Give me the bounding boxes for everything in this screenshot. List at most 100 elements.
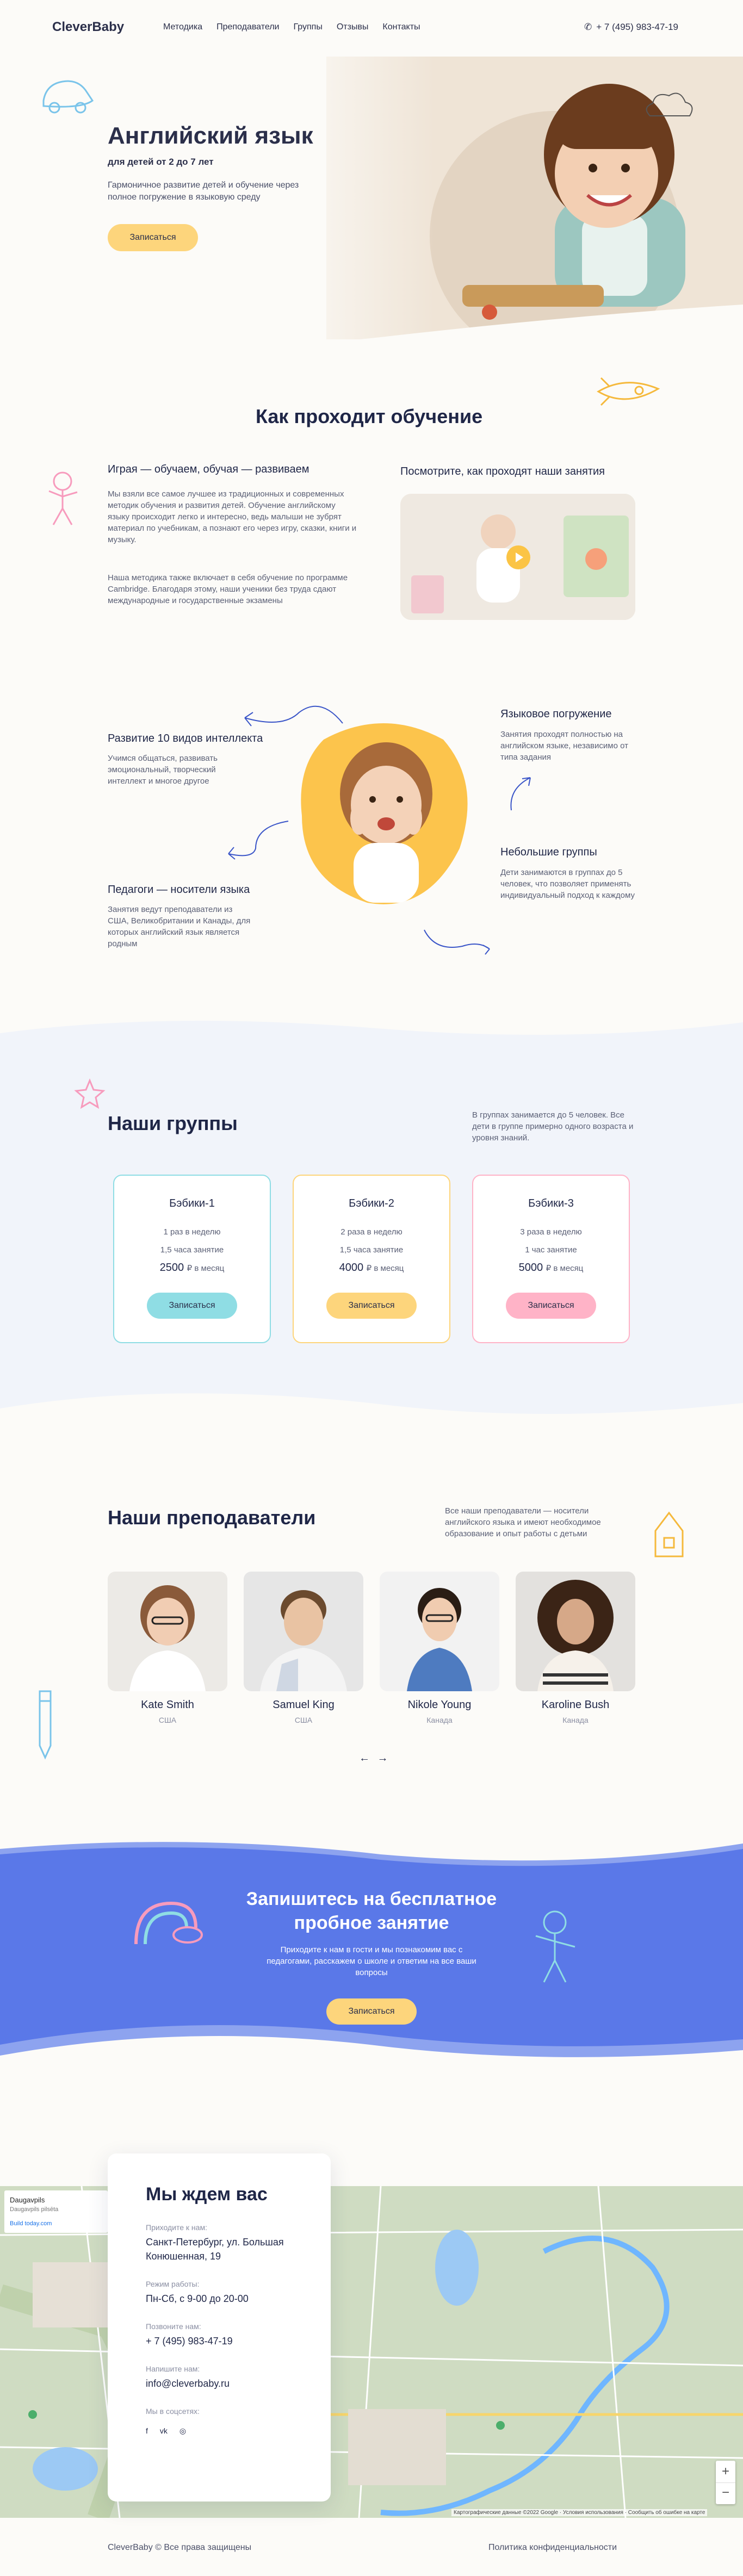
phone-icon: ✆ xyxy=(584,22,592,32)
map-place-name: Daugavpils xyxy=(10,2196,45,2204)
group-duration: 1 час занятие xyxy=(525,1245,577,1255)
group-price: 4000 ₽ в месяц xyxy=(294,1262,449,1274)
nav-item-groups[interactable]: Группы xyxy=(294,22,323,32)
phone-label: Позвоните нам: xyxy=(146,2322,201,2331)
contact-card: Мы ждем вас Приходите к нам: Санкт-Петер… xyxy=(108,2153,331,2501)
star-doodle-icon xyxy=(74,1078,106,1109)
group-name: Бэбики-1 xyxy=(169,1197,215,1209)
hours-label: Режим работы: xyxy=(146,2280,200,2288)
group-duration: 1,5 часа занятие xyxy=(339,1245,404,1255)
group-price-value: 4000 xyxy=(339,1262,364,1274)
group-frequency: 2 раза в неделю xyxy=(340,1227,403,1237)
nav-item-reviews[interactable]: Отзывы xyxy=(337,22,369,32)
main-nav: Методика Преподаватели Группы Отзывы Кон… xyxy=(163,22,420,32)
play-button-icon[interactable] xyxy=(506,545,530,569)
header-phone-number[interactable]: + 7 (495) 983-47-19 xyxy=(596,22,678,33)
map-link[interactable]: Build today.com xyxy=(10,2220,102,2227)
contacts-title: Мы ждем вас xyxy=(146,2184,268,2205)
groups-title: Наши группы xyxy=(108,1112,238,1134)
contact-phone[interactable]: + 7 (495) 983-47-19 xyxy=(146,2334,233,2348)
logo[interactable]: CleverBaby xyxy=(52,20,124,35)
feature-text-immersion: Занятия проходят полностью на английском… xyxy=(500,730,628,762)
instagram-icon[interactable]: ◎ xyxy=(179,2426,186,2436)
group-name: Бэбики-3 xyxy=(528,1197,574,1209)
group-price-value: 5000 xyxy=(518,1262,543,1274)
teacher-card[interactable]: Kate Smith США xyxy=(108,1572,227,1724)
video-player[interactable] xyxy=(400,494,635,620)
header: CleverBaby Методика Преподаватели Группы… xyxy=(0,0,743,57)
group-price-unit: ₽ в месяц xyxy=(366,1264,404,1273)
teacher-card[interactable]: Samuel King США xyxy=(244,1572,363,1724)
video-title: Посмотрите, как проходят наши занятия xyxy=(400,465,605,477)
social-links: f vk ◎ xyxy=(146,2426,186,2436)
facebook-icon[interactable]: f xyxy=(146,2426,148,2436)
car-doodle-icon xyxy=(42,80,94,114)
hero-subtitle: для детей от 2 до 7 лет xyxy=(108,157,214,167)
nav-item-contacts[interactable]: Контакты xyxy=(382,22,420,32)
cta-signup-button[interactable]: Записаться xyxy=(326,1998,417,2025)
teacher-portrait xyxy=(108,1572,227,1691)
map-info-box: Daugavpils Daugavpils pilsēta Build toda… xyxy=(4,2190,108,2233)
group-name: Бэбики-2 xyxy=(349,1197,394,1209)
nav-item-teachers[interactable]: Преподаватели xyxy=(216,22,279,32)
hero-title: Английский язык xyxy=(108,122,313,149)
teachers-carousel-arrows[interactable]: ← → xyxy=(359,1752,391,1765)
child-blob-photo xyxy=(301,723,468,904)
group-signup-button[interactable]: Записаться xyxy=(326,1293,417,1319)
feature-title-immersion: Языковое погружение xyxy=(500,708,612,720)
feature-text-intelligence: Учимся общаться, развивать эмоциональный… xyxy=(108,754,218,786)
teacher-country: США xyxy=(158,1716,177,1724)
teacher-country: Канада xyxy=(426,1716,453,1724)
feature-text-small-groups: Дети занимаются в группах до 5 человек, … xyxy=(500,868,635,900)
group-card-2: Бэбики-2 2 раза в неделю 1,5 часа заняти… xyxy=(293,1175,450,1343)
map-attribution: Картографические данные ©2022 Google · У… xyxy=(451,2509,708,2516)
hours-value: Пн-Сб, с 9-00 до 20-00 xyxy=(146,2293,249,2304)
girl-doodle-icon xyxy=(48,471,78,525)
groups-note: В группах занимается до 5 человек. Все д… xyxy=(472,1110,634,1143)
map-zoom-control: + − xyxy=(716,2461,735,2504)
contact-email[interactable]: info@cleverbaby.ru xyxy=(146,2376,230,2391)
teacher-portrait xyxy=(380,1572,499,1691)
hero-description: Гармоничное развитие детей и обучение че… xyxy=(108,181,299,202)
cloud-doodle-icon xyxy=(646,92,693,116)
arrow-doodle-icon xyxy=(228,821,289,860)
teacher-name: Nikole Young xyxy=(407,1699,472,1711)
social-label: Мы в соцсетях: xyxy=(146,2407,200,2416)
teacher-card[interactable]: Karoline Bush Канада xyxy=(516,1572,635,1724)
feature-text-native: Занятия ведут преподаватели из США, Вели… xyxy=(108,905,251,948)
header-phone[interactable]: ✆ + 7 (495) 983-47-19 xyxy=(584,22,678,33)
hero-wave xyxy=(0,305,743,359)
teacher-country: США xyxy=(294,1716,313,1724)
how-title: Как проходит обучение xyxy=(256,405,483,427)
arrow-doodle-icon xyxy=(424,929,490,955)
hero-signup-button[interactable]: Записаться xyxy=(108,224,198,251)
house-doodle-icon xyxy=(654,1511,684,1557)
teacher-portrait xyxy=(244,1572,363,1691)
teacher-card[interactable]: Nikole Young Канада xyxy=(380,1572,499,1724)
teacher-name: Samuel King xyxy=(273,1699,335,1711)
group-signup-button[interactable]: Записаться xyxy=(506,1293,596,1319)
group-duration: 1,5 часа занятие xyxy=(160,1245,224,1255)
teacher-photo xyxy=(380,1572,499,1691)
group-price-value: 2500 xyxy=(159,1262,184,1274)
vk-icon[interactable]: vk xyxy=(160,2426,168,2436)
teacher-photo xyxy=(108,1572,227,1691)
email-label: Напишите нам: xyxy=(146,2364,200,2373)
group-frequency: 1 раз в неделю xyxy=(163,1227,221,1237)
zoom-out-icon[interactable]: − xyxy=(716,2482,735,2504)
play-text-2: Наша методика также включает в себя обуч… xyxy=(108,573,348,605)
teacher-name: Karoline Bush xyxy=(541,1699,610,1711)
pencil-doodle-icon xyxy=(39,1690,52,1760)
nav-item-method[interactable]: Методика xyxy=(163,22,202,32)
teacher-photo xyxy=(516,1572,635,1691)
teacher-portrait xyxy=(516,1572,635,1691)
group-signup-button[interactable]: Записаться xyxy=(147,1293,237,1319)
teachers-title: Наши преподаватели xyxy=(108,1506,316,1529)
feature-title-intelligence: Развитие 10 видов интеллекта xyxy=(108,733,263,744)
zoom-in-icon[interactable]: + xyxy=(716,2461,735,2482)
group-price: 2500 ₽ в месяц xyxy=(114,1262,270,1274)
teachers-note: Все наши преподаватели — носители англий… xyxy=(445,1506,601,1538)
privacy-policy-link[interactable]: Политика конфиденциальности xyxy=(488,2543,617,2553)
map-place-subtitle: Daugavpils pilsēta xyxy=(10,2206,59,2213)
play-title: Играя — обучаем, обучая — развиваем xyxy=(108,463,309,475)
